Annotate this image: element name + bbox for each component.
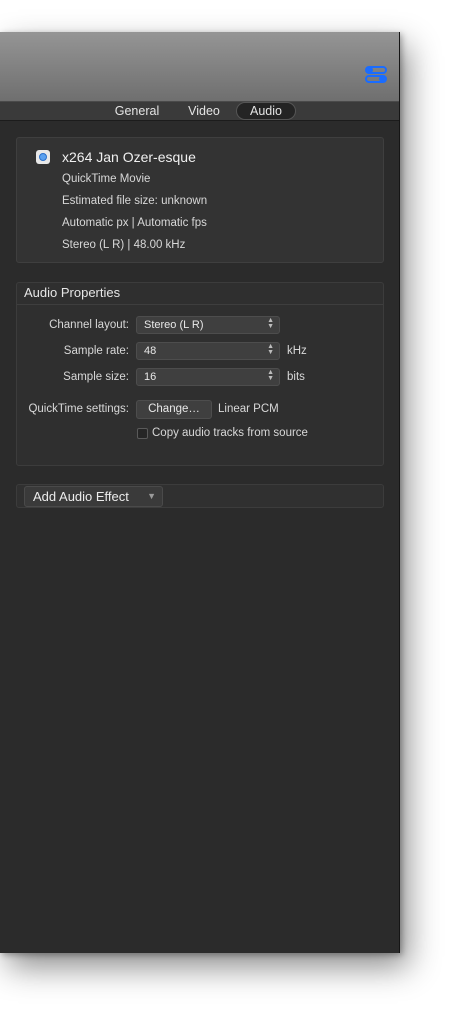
inspector-toggle-icon[interactable]	[365, 65, 387, 85]
audio-effects-bar: Add Audio Effect ▼	[16, 484, 384, 508]
tab-bar: General Video Audio	[0, 102, 399, 121]
add-audio-effect-button[interactable]: Add Audio Effect ▼	[24, 486, 163, 507]
sample-size-unit: bits	[287, 371, 305, 383]
popup-arrows-icon: ▲ ▼	[267, 317, 274, 330]
audio-properties-panel: Audio Properties Channel layout: Stereo …	[16, 282, 384, 466]
sample-size-value: 16	[144, 371, 157, 383]
compressor-inspector-window: General Video Audio x264 Jan Ozer-esque …	[0, 32, 400, 953]
quicktime-codec-value: Linear PCM	[218, 403, 279, 415]
popup-arrows-icon: ▲ ▼	[267, 369, 274, 382]
sample-rate-value: 48	[144, 345, 157, 357]
sample-size-label: Sample size:	[63, 371, 129, 383]
tab-general[interactable]: General	[107, 103, 167, 119]
summary-audio: Stereo (L R) | 48.00 kHz	[62, 239, 186, 251]
setting-title: x264 Jan Ozer-esque	[62, 149, 196, 165]
channel-layout-value: Stereo (L R)	[144, 319, 204, 331]
tab-audio[interactable]: Audio	[236, 102, 296, 120]
summary-video: Automatic px | Automatic fps	[62, 217, 207, 229]
summary-file-size: Estimated file size: unknown	[62, 195, 208, 207]
panel-title: Audio Properties	[24, 285, 121, 300]
channel-layout-label: Channel layout:	[49, 319, 129, 331]
quicktime-icon	[36, 150, 50, 164]
sample-rate-popup[interactable]: 48 ▲ ▼	[136, 342, 280, 360]
toolbar	[0, 32, 399, 102]
sample-rate-unit: kHz	[287, 345, 307, 357]
add-audio-effect-label: Add Audio Effect	[33, 489, 129, 504]
sample-size-popup[interactable]: 16 ▲ ▼	[136, 368, 280, 386]
setting-summary: x264 Jan Ozer-esque QuickTime Movie Esti…	[16, 137, 384, 263]
tab-video[interactable]: Video	[180, 103, 228, 119]
sample-rate-label: Sample rate:	[63, 345, 129, 357]
copy-audio-tracks-checkbox[interactable]	[137, 428, 148, 439]
dropdown-triangle-icon: ▼	[147, 491, 156, 501]
copy-audio-tracks-label[interactable]: Copy audio tracks from source	[152, 427, 308, 439]
quicktime-settings-label: QuickTime settings:	[28, 403, 129, 415]
change-button[interactable]: Change…	[136, 400, 212, 419]
channel-layout-popup[interactable]: Stereo (L R) ▲ ▼	[136, 316, 280, 334]
panel-header[interactable]: Audio Properties	[17, 283, 383, 305]
summary-format: QuickTime Movie	[62, 173, 151, 185]
popup-arrows-icon: ▲ ▼	[267, 343, 274, 356]
